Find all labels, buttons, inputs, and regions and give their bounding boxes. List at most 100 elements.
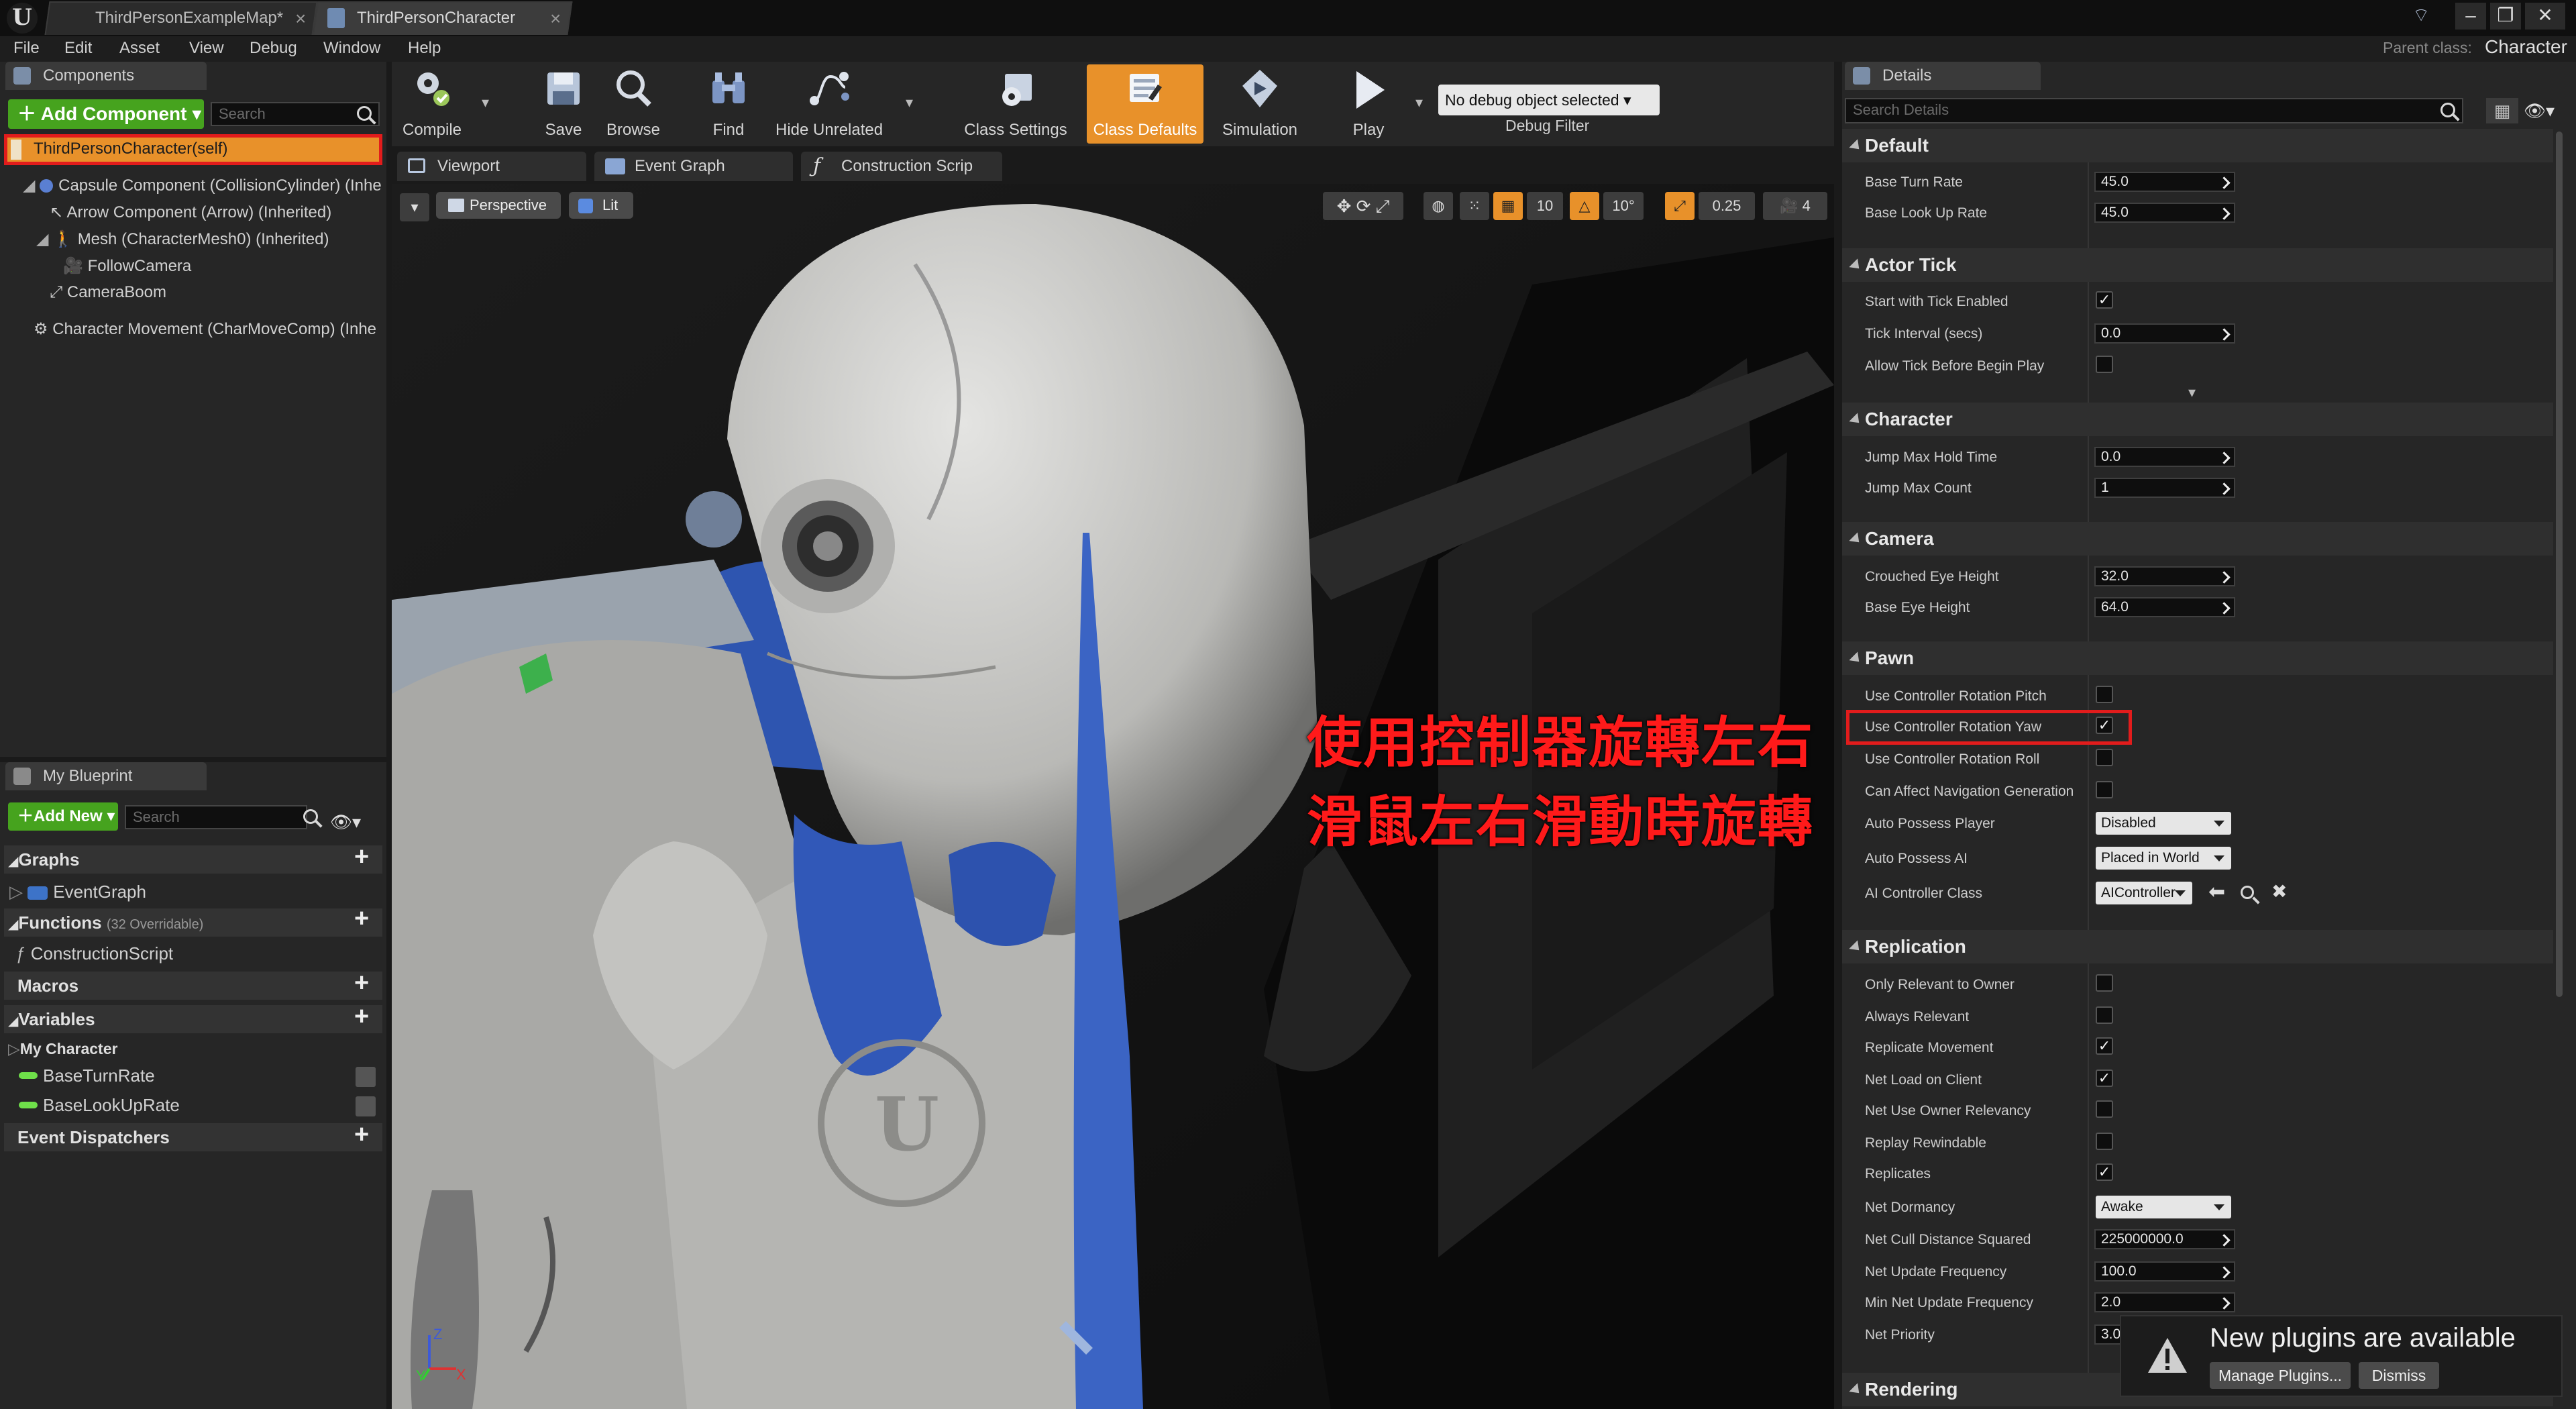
category-pawn[interactable]: Pawn	[1842, 641, 2553, 675]
net-cull-input[interactable]: 225000000.0	[2094, 1229, 2235, 1249]
rotation-snap-value[interactable]: 10°	[1603, 192, 1644, 220]
tab-viewport[interactable]: Viewport	[397, 152, 586, 181]
menu-help[interactable]: Help	[408, 39, 441, 58]
class-defaults-button[interactable]: Class Defaults	[1087, 64, 1203, 144]
net-dormancy-select[interactable]: Awake	[2096, 1196, 2231, 1218]
always-relevant-checkbox[interactable]	[2096, 1006, 2113, 1024]
tree-item-capsule[interactable]: ◢ Capsule Component (CollisionCylinder) …	[23, 176, 382, 195]
add-graph-button[interactable]: +	[354, 843, 369, 872]
menu-window[interactable]: Window	[323, 39, 380, 58]
world-local-toggle[interactable]: ◍	[1424, 192, 1453, 220]
category-default[interactable]: Default	[1842, 129, 2553, 162]
crouched-eye-input[interactable]: 32.0	[2094, 566, 2235, 586]
menu-debug[interactable]: Debug	[250, 39, 297, 58]
details-search-input[interactable]: Search Details	[1845, 98, 2463, 123]
tree-item-mesh[interactable]: ◢ 🚶 Mesh (CharacterMesh0) (Inherited)	[36, 229, 329, 249]
rotation-pitch-checkbox[interactable]	[2096, 686, 2113, 703]
base-turn-rate-input[interactable]: 45.0	[2094, 172, 2235, 192]
debug-object-select[interactable]: No debug object selected ▾	[1438, 85, 1660, 115]
hide-unrelated-button[interactable]: Hide Unrelated	[775, 64, 883, 144]
dismiss-button[interactable]: Dismiss	[2359, 1362, 2439, 1389]
graph-item-eventgraph[interactable]: ▷ EventGraph	[9, 882, 146, 902]
property-matrix-button[interactable]: ▦	[2486, 98, 2518, 123]
replicate-movement-checkbox[interactable]: ✓	[2096, 1037, 2113, 1055]
find-button[interactable]: Find	[688, 64, 769, 144]
base-eye-input[interactable]: 64.0	[2094, 597, 2235, 617]
variable-group[interactable]: ▷My Character	[8, 1040, 117, 1058]
my-blueprint-tab[interactable]: My Blueprint	[5, 762, 207, 790]
tab-construction-script[interactable]: Construction Scrip	[801, 152, 1002, 181]
function-item-constructionscript[interactable]: ƒ ConstructionScript	[16, 943, 173, 964]
surface-snap-icon[interactable]: ⁙	[1460, 192, 1489, 220]
tab-thirdpersonexamplemap[interactable]: ThirdPersonExampleMap*	[44, 1, 318, 35]
eye-icon[interactable]: 👁▾	[330, 812, 361, 833]
tree-item-cameraboom[interactable]: ⤢ CameraBoom	[50, 283, 166, 302]
add-component-button[interactable]: ＋ Add Component ▾	[8, 99, 204, 129]
details-scrollbar[interactable]	[2556, 132, 2563, 997]
only-owner-checkbox[interactable]	[2096, 974, 2113, 992]
tree-item-followcamera[interactable]: 🎥 FollowCamera	[63, 256, 191, 276]
transform-tools[interactable]: ✥ ⟳ ⤢	[1323, 192, 1403, 220]
hide-dropdown[interactable]: ▾	[906, 94, 913, 111]
compile-button[interactable]: Compile	[392, 64, 472, 144]
maximize-button[interactable]: ❐	[2490, 3, 2521, 30]
visibility-toggle[interactable]	[356, 1067, 376, 1087]
eye-icon[interactable]: 👁▾	[2524, 101, 2555, 121]
auto-possess-player-select[interactable]: Disabled	[2096, 812, 2231, 835]
window-close-button[interactable]: ✕	[2525, 3, 2565, 30]
min-net-update-input[interactable]: 2.0	[2094, 1292, 2235, 1312]
play-button[interactable]: Play	[1328, 64, 1409, 144]
tree-item-arrow[interactable]: ↖ Arrow Component (Arrow) (Inherited)	[50, 203, 331, 222]
menu-asset[interactable]: Asset	[119, 39, 160, 58]
category-replication[interactable]: Replication	[1842, 930, 2553, 963]
tab-thirdpersoncharacter[interactable]: ThirdPersonCharacter	[313, 1, 573, 35]
class-settings-button[interactable]: Class Settings	[964, 64, 1067, 144]
add-new-button[interactable]: ＋Add New ▾	[8, 802, 118, 831]
net-use-owner-checkbox[interactable]	[2096, 1100, 2113, 1118]
simulation-button[interactable]: Simulation	[1220, 64, 1300, 144]
net-update-input[interactable]: 100.0	[2094, 1261, 2235, 1282]
replicates-checkbox[interactable]: ✓	[2096, 1163, 2113, 1181]
menu-edit[interactable]: Edit	[64, 39, 92, 58]
components-search-input[interactable]: Search	[211, 102, 380, 126]
rotation-snap-icon[interactable]: △	[1570, 192, 1599, 220]
add-macro-button[interactable]: +	[354, 969, 369, 998]
play-dropdown[interactable]: ▾	[1415, 94, 1423, 111]
visibility-toggle[interactable]	[356, 1096, 376, 1116]
viewport-options-button[interactable]: ▾	[400, 193, 429, 221]
category-actor-tick[interactable]: Actor Tick	[1842, 248, 2553, 282]
menu-view[interactable]: View	[189, 39, 224, 58]
menu-file[interactable]: File	[13, 39, 40, 58]
manage-plugins-button[interactable]: Manage Plugins...	[2210, 1362, 2351, 1389]
rotation-roll-checkbox[interactable]	[2096, 749, 2113, 766]
tree-item-charmove[interactable]: ⚙ Character Movement (CharMoveComp) (Inh…	[34, 319, 376, 339]
ai-controller-class-select[interactable]: AIController	[2096, 882, 2192, 904]
compile-dropdown[interactable]: ▾	[482, 94, 489, 111]
rotation-yaw-checkbox[interactable]: ✓	[2096, 717, 2113, 734]
category-character[interactable]: Character	[1842, 403, 2553, 436]
clear-icon[interactable]: ✖	[2271, 880, 2287, 902]
category-camera[interactable]: Camera	[1842, 522, 2553, 556]
browse-asset-icon[interactable]	[2241, 886, 2254, 899]
start-tick-checkbox[interactable]: ✓	[2096, 291, 2113, 309]
variable-item[interactable]: BaseTurnRate	[19, 1065, 155, 1086]
components-tab[interactable]: Components	[5, 62, 207, 90]
allow-tick-checkbox[interactable]	[2096, 356, 2113, 373]
scale-snap-icon[interactable]: ⤢	[1665, 192, 1695, 220]
tick-interval-input[interactable]: 0.0	[2094, 323, 2235, 344]
jump-hold-input[interactable]: 0.0	[2094, 447, 2235, 467]
unreal-logo-icon[interactable]: U	[7, 3, 38, 34]
scale-snap-value[interactable]: 0.25	[1699, 192, 1755, 220]
add-variable-button[interactable]: +	[354, 1002, 369, 1031]
jump-count-input[interactable]: 1	[2094, 478, 2235, 498]
add-function-button[interactable]: +	[354, 904, 369, 933]
camera-speed-button[interactable]: 🎥 4	[1763, 192, 1827, 220]
replay-rewindable-checkbox[interactable]	[2096, 1133, 2113, 1150]
browse-button[interactable]: Browse	[593, 64, 674, 144]
parent-class-value[interactable]: Character	[2485, 36, 2567, 58]
base-look-up-rate-input[interactable]: 45.0	[2094, 203, 2235, 223]
grid-snap-value[interactable]: 10	[1527, 192, 1563, 220]
advanced-expand-icon[interactable]: ▾	[2188, 384, 2196, 401]
minimize-button[interactable]: –	[2455, 3, 2486, 30]
net-load-checkbox[interactable]: ✓	[2096, 1069, 2113, 1087]
